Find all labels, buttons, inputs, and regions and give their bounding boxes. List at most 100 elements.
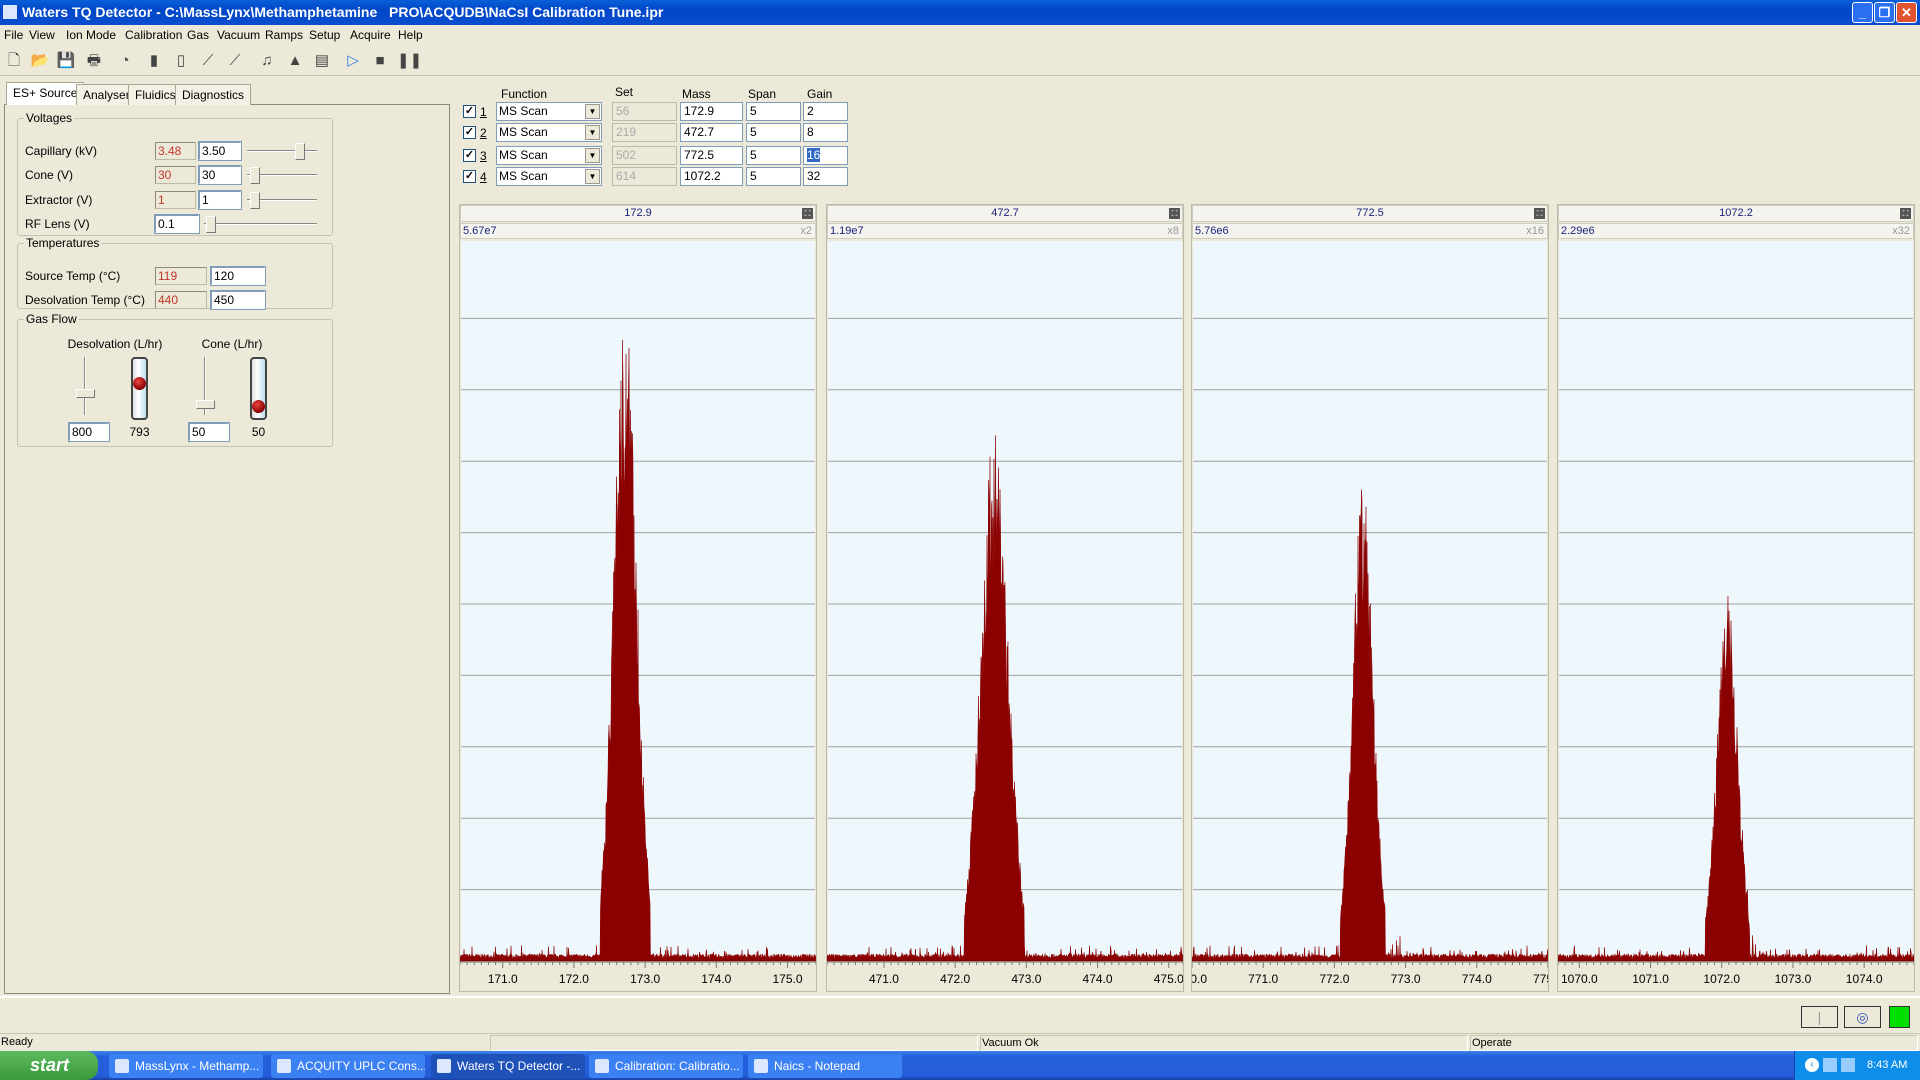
ramp-edit-icon[interactable]: ⟋ [224,50,246,72]
extractor-slider-thumb[interactable] [250,192,260,209]
function-type-select[interactable]: MS Scan ▼ [496,146,602,165]
mass-input[interactable]: 772.5 [680,146,743,165]
cone-slider-thumb[interactable] [250,167,260,184]
taskbar-item[interactable]: ACQUITY UPLC Cons... [271,1054,425,1078]
open-icon[interactable]: 📂 [29,50,51,72]
desolvation-gas-setpoint-input[interactable]: 800 [68,422,110,442]
cone-gas-setpoint-input[interactable]: 50 [188,422,230,442]
panel-subheader: 5.67e7 x2 [460,223,816,239]
rf-setpoint-input[interactable]: 0.1 [154,214,200,234]
cone-readback: 30 [155,166,196,184]
save-icon[interactable]: 💾 [55,50,77,72]
taskbar-item[interactable]: Naics - Notepad [748,1054,902,1078]
print-icon[interactable]: 🖶 [83,50,105,72]
panel-subheader: 5.76e6 x16 [1192,223,1548,239]
menu-vacuum[interactable]: Vacuum [217,28,260,42]
cone-gas-slider[interactable] [194,355,216,417]
play-icon[interactable]: ▷ [342,50,364,72]
maximize-icon[interactable]: ⛶ [802,208,813,219]
mass-input[interactable]: 472.7 [680,123,743,142]
tray-expand-icon[interactable]: ‹ [1805,1058,1819,1072]
start-button[interactable]: start [0,1051,98,1080]
capillary-slider-thumb[interactable] [295,143,305,160]
network-icon-2[interactable] [1841,1058,1855,1072]
api-probe-icon[interactable]: ▮ [143,50,165,72]
standby-button[interactable]: | [1801,1006,1838,1028]
close-button[interactable]: ✕ [1896,2,1917,23]
taskbar-item[interactable]: Calibration: Calibratio... [589,1054,743,1078]
stop-icon[interactable]: ■ [369,50,391,72]
menu-help[interactable]: Help [398,28,423,42]
capillary-slider[interactable] [245,140,319,162]
function-4-checkbox[interactable]: ✓ [463,170,476,183]
gain-input[interactable]: 32 [803,167,848,186]
maximize-icon[interactable]: ⛶ [1900,208,1911,219]
function-3-checkbox[interactable]: ✓ [463,149,476,162]
desolvation-gas-slider[interactable] [74,355,96,417]
extractor-slider[interactable] [245,189,319,211]
gain-input[interactable]: 2 [803,102,848,121]
desolvation-temp-setpoint-input[interactable]: 450 [210,290,266,310]
report-icon[interactable]: ▤ [311,50,333,72]
menu-view[interactable]: View [29,28,55,42]
taskbar-item-label: Waters TQ Detector -... [457,1059,581,1073]
span-input[interactable]: 5 [746,146,801,165]
desolvation-gas-slider-thumb[interactable] [76,388,95,398]
menu-ion-mode[interactable]: Ion Mode [66,28,116,42]
spectrum-chart[interactable]: 770.0 771.0 772.0 773.0 774.0 775.0 [1192,241,1548,993]
menu-calibration[interactable]: Calibration [125,28,182,42]
spectrum-chart[interactable]: 171.0 172.0 173.0 174.0 175.0 [460,241,816,993]
span-input[interactable]: 5 [746,123,801,142]
function-2-checkbox[interactable]: ✓ [463,126,476,139]
maximize-icon[interactable]: ⛶ [1169,208,1180,219]
menu-setup[interactable]: Setup [309,28,340,42]
tab-diagnostics[interactable]: Diagnostics [175,84,252,105]
function-type-select[interactable]: MS Scan ▼ [496,102,602,121]
extractor-setpoint-input[interactable]: 1 [198,190,242,210]
spectrum-chart[interactable]: 1070.0 1071.0 1072.0 1073.0 1074.0 [1558,241,1914,993]
function-1-checkbox[interactable]: ✓ [463,105,476,118]
capillary-setpoint-input[interactable]: 3.50 [198,141,242,161]
operate-icon[interactable]: ◔ [114,50,136,72]
taskbar-item[interactable]: Waters TQ Detector -... [431,1054,585,1078]
spectrum-chart[interactable]: 471.0 472.0 473.0 474.0 475.0 [827,241,1183,993]
operate-button[interactable]: ◎ [1844,1006,1881,1028]
pause-icon[interactable]: ❚❚ [397,50,422,72]
span-input[interactable]: 5 [746,167,801,186]
restore-button[interactable]: ❐ [1874,2,1895,23]
acquire-icon[interactable]: ♫ [256,50,278,72]
clock[interactable]: 8:43 AM [1867,1051,1907,1080]
rf-slider[interactable] [202,213,319,235]
cone-setpoint-input[interactable]: 30 [198,165,242,185]
mass-input[interactable]: 1072.2 [680,167,743,186]
menu-ramps[interactable]: Ramps [265,28,303,42]
network-icon[interactable] [1823,1058,1837,1072]
col-probe-icon[interactable]: ▯ [170,50,192,72]
x-tick-label: 775.0 [1533,972,1548,986]
minimize-button[interactable]: _ [1852,2,1873,23]
chevron-down-icon[interactable]: ▼ [585,104,600,119]
chevron-down-icon[interactable]: ▼ [585,125,600,140]
cone-gas-slider-thumb[interactable] [196,400,215,409]
menu-gas[interactable]: Gas [187,28,209,42]
span-input[interactable]: 5 [746,102,801,121]
function-type-select[interactable]: MS Scan ▼ [496,123,602,142]
gain-input[interactable]: 16 [803,146,848,165]
tab-es-source[interactable]: ES+ Source [6,82,85,105]
capillary-slider-track [247,150,317,152]
new-icon[interactable]: 🗋 [3,50,25,72]
cone-slider[interactable] [245,164,319,186]
menu-acquire[interactable]: Acquire [350,28,391,42]
ramp-icon[interactable]: ⟋ [197,50,219,72]
taskbar-item[interactable]: MassLynx - Methamp... [109,1054,263,1078]
chevron-down-icon[interactable]: ▼ [585,148,600,163]
menu-file[interactable]: File [4,28,23,42]
chevron-down-icon[interactable]: ▼ [585,169,600,184]
spectrum-icon[interactable]: ▲ [284,50,306,72]
mass-input[interactable]: 172.9 [680,102,743,121]
rf-slider-thumb[interactable] [206,216,217,233]
source-temp-setpoint-input[interactable]: 120 [210,266,266,286]
function-type-select[interactable]: MS Scan ▼ [496,167,602,186]
gain-input[interactable]: 8 [803,123,848,142]
maximize-icon[interactable]: ⛶ [1534,208,1545,219]
